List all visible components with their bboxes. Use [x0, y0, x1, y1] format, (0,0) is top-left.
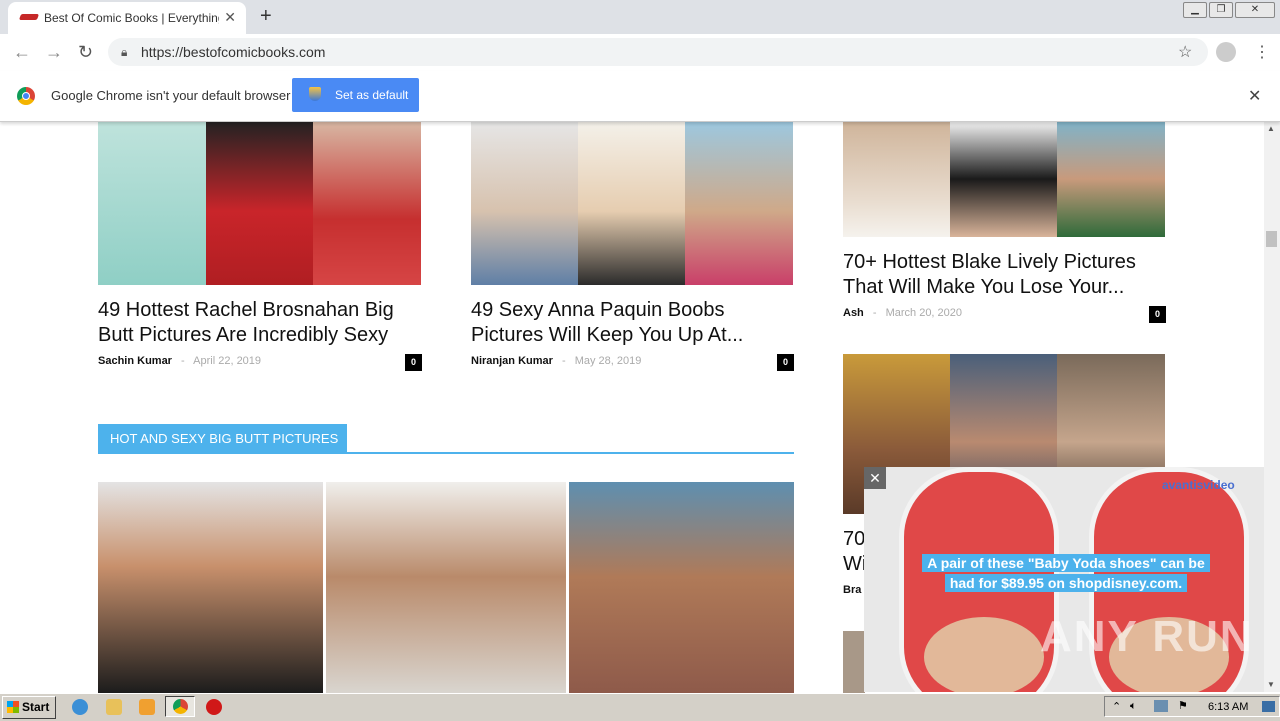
minimize-button[interactable]: ▁: [1183, 2, 1207, 18]
opera-icon[interactable]: [206, 699, 222, 715]
site-favicon-icon: [18, 14, 40, 20]
browser-tab[interactable]: Best Of Comic Books | Everything Ab ✕: [8, 2, 246, 34]
comment-count-badge[interactable]: 0: [405, 354, 422, 371]
infobar-close-icon[interactable]: ✕: [1248, 86, 1261, 106]
article-meta: Niranjan Kumar - May 28, 2019: [471, 355, 642, 367]
new-tab-button[interactable]: +: [260, 5, 272, 28]
article-date: April 22, 2019: [193, 355, 262, 367]
ad-brand-logo: avantisvideo: [1162, 478, 1235, 492]
maximize-button[interactable]: ❐: [1209, 2, 1233, 18]
chrome-logo-icon: [17, 87, 35, 105]
article-title[interactable]: 49 Hottest Rachel Brosnahan Big Butt Pict…: [98, 298, 428, 348]
article-date: March 20, 2020: [885, 307, 963, 319]
scroll-down-icon[interactable]: ▼: [1267, 680, 1275, 689]
section-divider: [98, 452, 794, 454]
file-explorer-icon[interactable]: [106, 699, 122, 715]
reload-icon[interactable]: ↻: [78, 42, 93, 63]
comment-count-badge[interactable]: 0: [777, 354, 794, 371]
action-center-flag-icon[interactable]: ⚑: [1178, 699, 1188, 712]
section-heading[interactable]: HOT AND SEXY BIG BUTT PICTURES: [98, 424, 347, 453]
network-icon[interactable]: [1154, 700, 1168, 712]
article-thumbnail[interactable]: [98, 121, 421, 285]
back-icon[interactable]: ←: [13, 42, 31, 63]
shield-icon: [309, 87, 321, 101]
chrome-menu-icon[interactable]: ⋮: [1254, 42, 1270, 62]
tab-title: Best Of Comic Books | Everything Ab: [44, 11, 219, 25]
article-thumbnail[interactable]: [843, 121, 1165, 237]
article-author[interactable]: Sachin Kumar: [98, 355, 172, 367]
bookmark-star-icon[interactable]: ☆: [1178, 42, 1192, 62]
infobar-message: Google Chrome isn't your default browser: [51, 88, 291, 103]
internet-explorer-icon[interactable]: [72, 699, 88, 715]
chrome-taskbar-button[interactable]: [165, 696, 195, 717]
tab-close-icon[interactable]: ✕: [224, 9, 236, 26]
set-as-default-button[interactable]: Set as default: [292, 78, 419, 112]
article-title[interactable]: 49 Sexy Anna Paquin Boobs Pictures Will K…: [471, 298, 801, 348]
featured-article-image[interactable]: [98, 482, 794, 693]
forward-icon[interactable]: →: [45, 42, 63, 63]
tray-expand-icon[interactable]: ⌃: [1112, 700, 1121, 713]
anyrun-watermark: ANY RUN: [1040, 612, 1254, 661]
article-thumbnail-partial[interactable]: [843, 631, 865, 693]
window-close-button[interactable]: ✕: [1235, 2, 1275, 18]
media-player-icon[interactable]: [139, 699, 155, 715]
article-author[interactable]: Niranjan Kumar: [471, 355, 553, 367]
article-author-partial[interactable]: Bra: [843, 584, 861, 596]
url-text[interactable]: https://bestofcomicbooks.com: [141, 44, 325, 60]
article-meta: Ash - March 20, 2020: [843, 307, 963, 319]
comment-count-badge[interactable]: 0: [1149, 306, 1166, 323]
profile-avatar-icon[interactable]: [1216, 42, 1236, 62]
lock-icon[interactable]: 🔒︎: [121, 45, 127, 60]
start-button[interactable]: Start: [2, 696, 56, 719]
taskbar-clock[interactable]: 6:13 AM: [1208, 701, 1248, 713]
article-title-partial[interactable]: 70 Wi: [843, 527, 866, 577]
volume-icon[interactable]: 🔈︎: [1130, 700, 1137, 713]
article-title[interactable]: 70+ Hottest Blake Lively Pictures That Wi…: [843, 250, 1173, 300]
ad-close-icon[interactable]: ✕: [864, 467, 886, 489]
chrome-icon: [173, 699, 188, 714]
article-meta: Sachin Kumar - April 22, 2019: [98, 355, 262, 367]
article-author[interactable]: Ash: [843, 307, 864, 319]
set-as-default-label: Set as default: [335, 88, 409, 102]
article-thumbnail[interactable]: [471, 121, 793, 285]
article-date: May 28, 2019: [574, 355, 642, 367]
show-desktop-icon[interactable]: [1262, 701, 1275, 712]
page-scrollbar[interactable]: [1264, 121, 1280, 692]
ad-caption: A pair of these "Baby Yoda shoes" can be…: [905, 553, 1227, 599]
scrollbar-thumb[interactable]: [1266, 231, 1277, 247]
windows-logo-icon: [7, 701, 19, 713]
scroll-up-icon[interactable]: ▲: [1267, 124, 1275, 133]
